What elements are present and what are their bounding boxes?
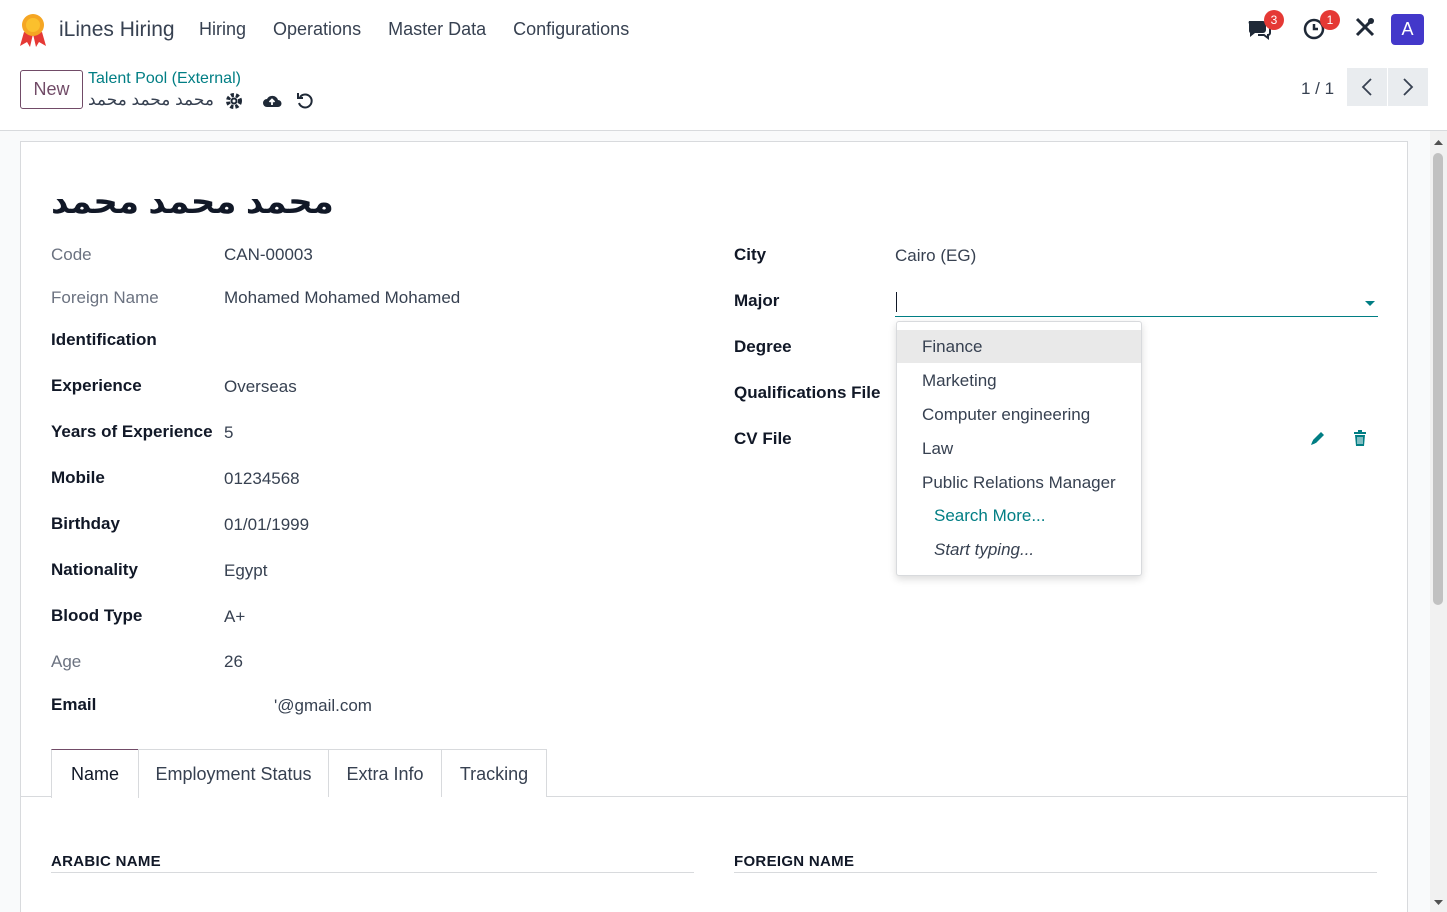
tab-name[interactable]: Name [51,749,139,798]
new-button[interactable]: New [20,70,83,109]
menu-master-data[interactable]: Master Data [388,19,486,40]
label-age: Age [51,652,82,671]
option-law[interactable]: Law [897,432,1141,465]
notebook-tabs: Name Employment Status Extra Info Tracki… [21,749,1407,798]
value-mobile[interactable]: 01234568 [224,469,300,489]
value-years-of-experience[interactable]: 5 [224,423,233,443]
label-cv-file: CV File [734,429,792,448]
label-identification: Identification [51,330,157,349]
app-title[interactable]: iLines Hiring [59,18,175,42]
value-city[interactable]: Cairo (EG) [895,246,976,266]
menu-configurations[interactable]: Configurations [513,19,629,40]
pager-next-button[interactable] [1388,68,1428,106]
top-navbar: iLines Hiring Hiring Operations Master D… [0,0,1447,60]
value-code: CAN-00003 [224,245,313,264]
chevron-right-icon [1403,78,1414,96]
value-blood-type[interactable]: A+ [224,607,245,627]
search-more-link[interactable]: Search More... [897,499,1141,532]
label-birthday: Birthday [51,514,120,533]
gear-icon[interactable] [224,91,244,111]
activities-button[interactable]: 1 [1302,10,1340,44]
label-qualifications-file: Qualifications File [734,383,881,402]
option-computer-engineering[interactable]: Computer engineering [897,398,1141,431]
messages-button[interactable]: 3 [1246,10,1284,44]
scroll-up-arrow-icon[interactable] [1430,135,1447,149]
label-major: Major [734,291,780,310]
value-foreign-name: Mohamed Mohamed Mohamed [224,288,461,307]
value-experience[interactable]: Overseas [224,377,297,397]
pager-value[interactable]: 1 / 1 [1301,79,1334,99]
tools-icon [1355,17,1375,37]
discard-icon[interactable] [295,91,315,111]
caret-down-icon[interactable] [1365,301,1375,306]
section-arabic-name: ARABIC NAME [51,853,161,870]
menu-operations[interactable]: Operations [273,19,361,40]
label-email: Email [51,695,97,714]
label-nationality: Nationality [51,560,138,579]
option-finance[interactable]: Finance [897,330,1141,363]
label-mobile: Mobile [51,468,105,487]
label-code: Code [51,245,92,264]
award-ribbon-icon[interactable] [18,12,48,48]
menu-hiring[interactable]: Hiring [199,19,246,40]
debug-tools-button[interactable] [1354,16,1382,44]
user-avatar[interactable]: A [1391,14,1424,45]
trash-icon[interactable] [1351,429,1369,447]
pager-previous-button[interactable] [1347,68,1387,106]
value-birthday[interactable]: 01/01/1999 [224,515,309,535]
label-blood-type: Blood Type [51,606,143,625]
breadcrumb-talent-pool[interactable]: Talent Pool (External) [88,70,241,88]
value-nationality[interactable]: Egypt [224,561,267,581]
label-city: City [734,245,767,264]
main-menu: Hiring Operations Master Data Configurat… [199,19,629,40]
cloud-upload-icon[interactable] [262,91,282,111]
option-marketing[interactable]: Marketing [897,364,1141,397]
label-degree: Degree [734,337,792,356]
chevron-left-icon [1361,78,1372,96]
section-divider [734,872,1377,873]
form-view: محمد محمد محمد Code CAN-00003 Foreign Na… [0,131,1430,912]
section-divider [51,872,694,873]
label-years-of-experience: Years of Experience [51,422,213,441]
control-panel: New Talent Pool (External) محمد محمد محم… [0,60,1447,131]
tab-employment-status[interactable]: Employment Status [138,749,329,797]
start-typing-hint: Start typing... [934,540,1035,559]
form-sheet: محمد محمد محمد Code CAN-00003 Foreign Na… [20,141,1408,912]
value-age: 26 [224,652,243,671]
scrollbar-thumb[interactable] [1433,153,1443,605]
tab-extra-info[interactable]: Extra Info [328,749,442,797]
option-public-relations-manager[interactable]: Public Relations Manager [897,466,1141,499]
activities-badge: 1 [1320,10,1340,30]
scroll-down-arrow-icon[interactable] [1430,896,1447,910]
value-email[interactable]: '@gmail.com [274,696,372,716]
messages-badge: 3 [1264,10,1284,30]
record-title[interactable]: محمد محمد محمد [51,182,334,222]
text-caret [896,292,897,312]
major-input[interactable] [895,290,1378,317]
label-foreign-name: Foreign Name [51,288,159,307]
tab-tracking[interactable]: Tracking [441,749,547,797]
major-autocomplete-dropdown: Finance Marketing Computer engineering L… [896,321,1142,576]
breadcrumb-record-name: محمد محمد محمد [88,90,214,109]
pencil-icon[interactable] [1309,429,1327,447]
label-experience: Experience [51,376,142,395]
section-foreign-name: FOREIGN NAME [734,853,855,870]
